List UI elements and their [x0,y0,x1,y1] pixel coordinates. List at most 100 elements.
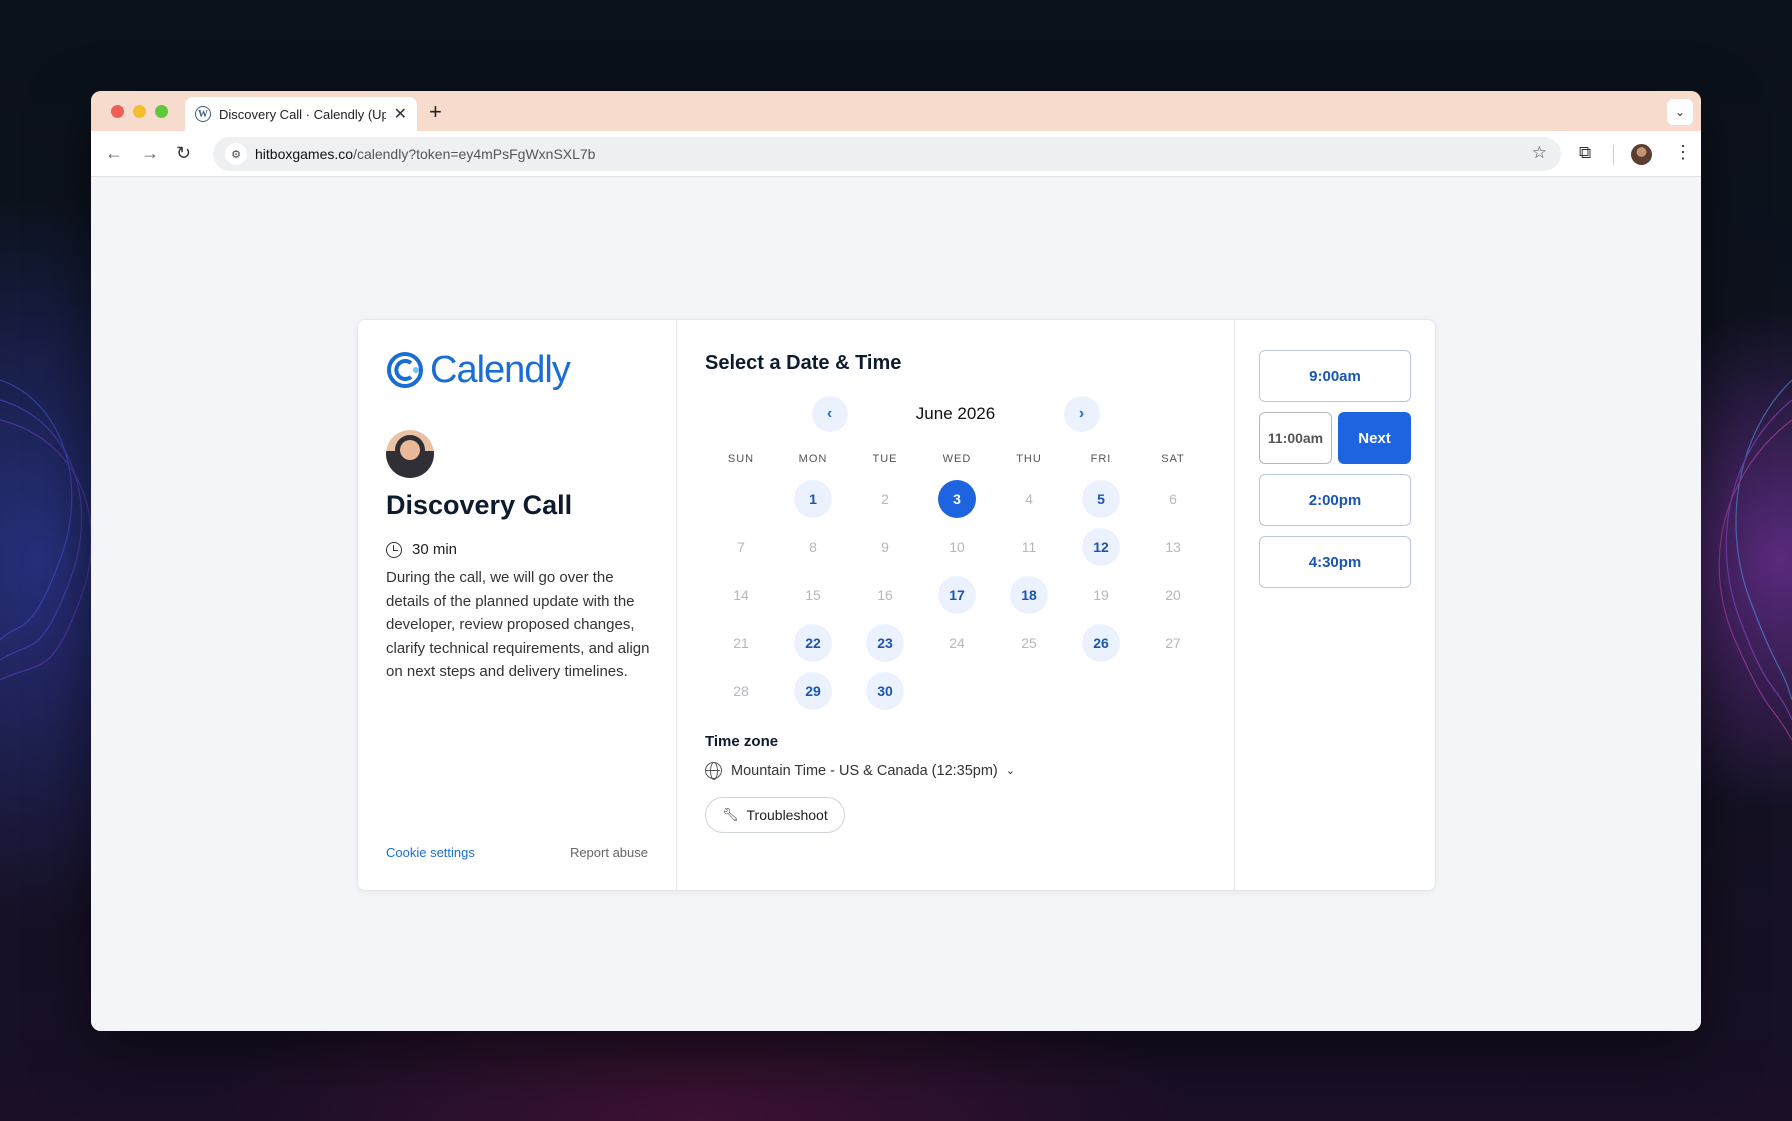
weekday-label: THU [1016,453,1042,465]
page-content: Calendly Discovery Call 30 min During th… [91,177,1701,1031]
available-day-button[interactable]: 18 [1010,576,1048,614]
cookie-settings-link[interactable]: Cookie settings [386,845,475,860]
next-month-button[interactable]: › [1063,396,1100,432]
calendly-logo: Calendly [386,348,648,392]
unavailable-day: 25 [1021,635,1037,651]
weekday-label: TUE [872,453,898,465]
day-cell: 23 [849,619,921,667]
toolbar-divider [1613,145,1614,165]
day-cell: 29 [777,667,849,715]
selected-slot-row: 11:00am Next [1259,412,1411,464]
troubleshoot-label: Troubleshoot [746,807,828,823]
unavailable-day: 6 [1169,491,1177,507]
available-day-button[interactable]: 29 [794,672,832,710]
duration-label: 30 min [412,541,458,558]
weekday-header: SUN MON TUE WED THU FRI SAT [705,453,1206,465]
day-cell: 14 [705,571,777,619]
date-picker-panel: Select a Date & Time ‹ June 2026 › SUN MO… [677,320,1235,890]
next-button[interactable]: Next [1338,412,1411,464]
day-cell: 24 [921,619,993,667]
day-cell: 9 [849,523,921,571]
extensions-icon[interactable]: ⧉ [1579,143,1591,163]
unavailable-day: 7 [737,539,745,555]
browser-toolbar: ← → ↻ ⚙ hitboxgames.co /calendly?token=e… [91,131,1701,177]
unavailable-day: 10 [949,539,965,555]
day-cell: 10 [921,523,993,571]
day-cell: 19 [1065,571,1137,619]
timezone-label: Time zone [705,733,779,750]
unavailable-day: 13 [1165,539,1181,555]
weekday-label: SAT [1161,453,1185,465]
day-cell: 20 [1137,571,1209,619]
month-label: June 2026 [915,404,996,423]
window-controls [111,105,168,118]
empty-day-cell [705,475,777,523]
available-day-button[interactable]: 12 [1082,528,1120,566]
day-cell: 3 [921,475,993,523]
day-cell: 28 [705,667,777,715]
report-abuse-link[interactable]: Report abuse [570,845,648,860]
site-settings-icon[interactable]: ⚙ [225,143,247,165]
clock-icon [386,541,402,558]
day-cell: 17 [921,571,993,619]
timezone-selector[interactable]: Mountain Time - US & Canada (12:35pm) ⌄ [705,762,1206,780]
available-day-button[interactable]: 30 [866,672,904,710]
maximize-window-button[interactable] [155,105,168,118]
tab-close-icon[interactable]: ✕ [394,104,407,124]
bookmark-star-icon[interactable]: ☆ [1532,143,1547,163]
time-slot-button[interactable]: 4:30pm [1259,536,1411,588]
event-title: Discovery Call [386,490,573,520]
day-cell: 11 [993,523,1065,571]
event-duration: 30 min [386,541,648,558]
weekday-label: FRI [1090,453,1112,465]
month-navigation: ‹ June 2026 › [705,395,1206,433]
day-cell: 4 [993,475,1065,523]
selected-day-button[interactable]: 3 [938,480,976,518]
previous-month-button[interactable]: ‹ [811,396,848,432]
address-bar[interactable]: ⚙ hitboxgames.co /calendly?token=ey4mPsF… [213,137,1561,171]
calendar-grid: 1 2 3 4 5 6 7 8 9 10 11 12 13 14 15 16 17 18 19 20 21 22 23 24 2… [705,475,1206,715]
minimize-window-button[interactable] [133,105,146,118]
reload-icon[interactable]: ↻ [176,143,191,164]
available-day-button[interactable]: 26 [1082,624,1120,662]
url-path: /calendly?token=ey4mPsFgWxnSXL7b [353,146,596,162]
weekday-label: SUN [727,453,755,465]
unavailable-day: 11 [1021,539,1037,555]
browser-menu-icon[interactable]: ⋮ [1674,142,1692,163]
wordpress-favicon-icon: W [195,106,211,122]
new-tab-button[interactable]: + [429,99,442,125]
day-cell: 12 [1065,523,1137,571]
forward-arrow-icon[interactable]: → [141,143,159,164]
day-cell: 15 [777,571,849,619]
browser-window: W Discovery Call · Calendly (Up ✕ + ⌄ ← … [91,91,1701,1031]
close-window-button[interactable] [111,105,124,118]
tab-title: Discovery Call · Calendly (Up [219,106,386,122]
time-slot-button[interactable]: 9:00am [1259,350,1411,402]
day-cell: 21 [705,619,777,667]
browser-tab[interactable]: W Discovery Call · Calendly (Up ✕ [185,97,417,131]
available-day-button[interactable]: 22 [794,624,832,662]
unavailable-day: 8 [809,539,817,555]
time-slot-button[interactable]: 2:00pm [1259,474,1411,526]
unavailable-day: 19 [1093,587,1109,603]
day-cell: 7 [705,523,777,571]
available-day-button[interactable]: 23 [866,624,904,662]
day-cell: 16 [849,571,921,619]
tab-search-dropdown-icon[interactable]: ⌄ [1667,99,1693,125]
profile-avatar[interactable] [1631,144,1652,165]
back-arrow-icon[interactable]: ← [105,143,123,164]
troubleshoot-button[interactable]: 🔧︎ Troubleshoot [705,797,845,833]
available-day-button[interactable]: 17 [938,576,976,614]
host-avatar [386,430,434,478]
unavailable-day: 27 [1165,635,1181,651]
url-host: hitboxgames.co [255,146,354,162]
selected-time-slot[interactable]: 11:00am [1259,412,1332,464]
tab-bar: W Discovery Call · Calendly (Up ✕ + ⌄ [91,91,1701,131]
available-day-button[interactable]: 1 [794,480,832,518]
available-day-button[interactable]: 5 [1082,480,1120,518]
globe-icon [705,762,722,780]
unavailable-day: 14 [733,587,749,603]
timezone-value: Mountain Time - US & Canada (12:35pm) [731,762,998,779]
event-description: During the call, we will go over the det… [386,569,650,680]
day-cell: 25 [993,619,1065,667]
